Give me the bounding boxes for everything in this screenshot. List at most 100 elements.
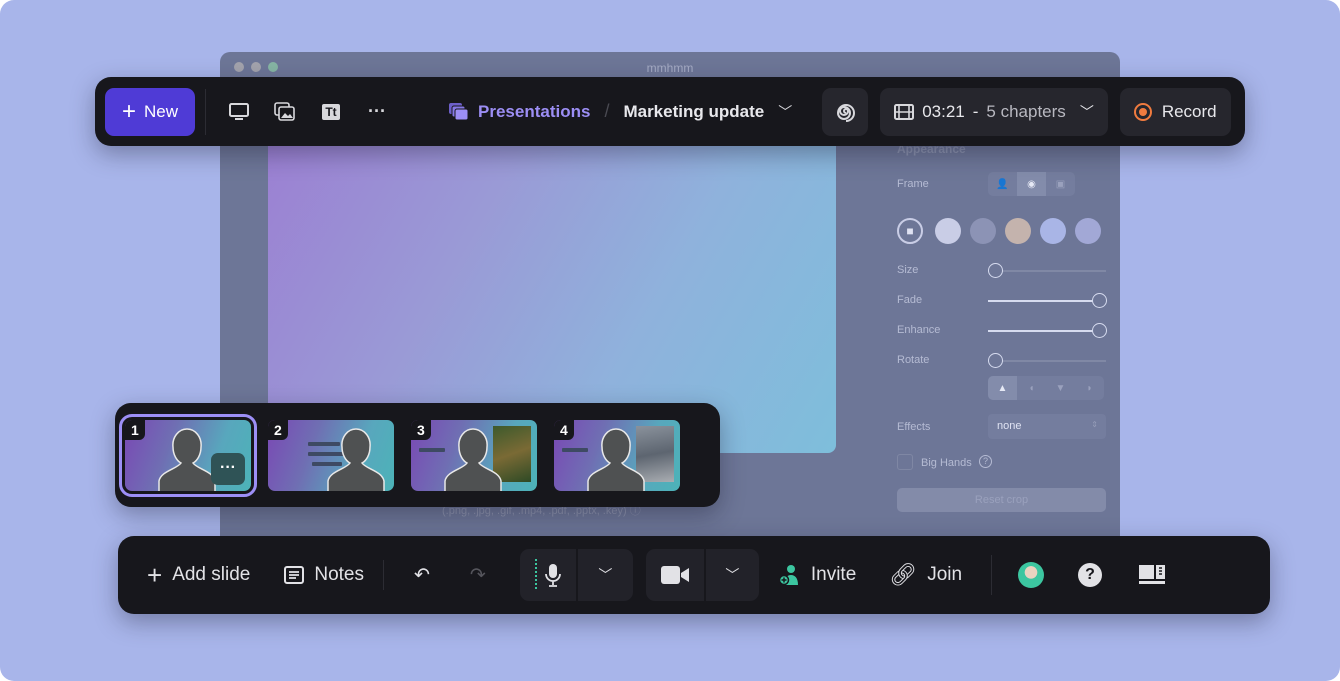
bottom-toolbar: + Add slide Notes ↶ ↷ ﹀ ﹀ Invite 🔗︎ Join ? (118, 536, 1270, 614)
divider (383, 560, 384, 590)
invite-button[interactable]: Invite (759, 549, 872, 601)
chapters-dropdown[interactable]: 03:21- 5 chapters ﹀ (880, 87, 1108, 136)
color-swatch[interactable] (970, 218, 996, 244)
slide-thumbnail[interactable]: 2 (268, 419, 394, 491)
spiral-button[interactable] (822, 87, 869, 136)
effects-label: Effects (897, 421, 931, 433)
reset-crop-button[interactable]: Reset crop (897, 488, 1106, 512)
fade-slider[interactable] (988, 293, 1107, 308)
person-left-icon[interactable]: ◖ (1017, 376, 1046, 400)
sidebar-toggle-button[interactable] (1122, 549, 1182, 601)
window-title: mmhmm (646, 61, 694, 75)
divider (205, 88, 206, 135)
text-icon[interactable]: Tt (308, 89, 354, 135)
user-avatar-image (1018, 562, 1045, 588)
duration: 03:21 (922, 101, 965, 121)
avatar[interactable] (1004, 549, 1058, 601)
undo-button[interactable]: ↶ (394, 549, 450, 601)
color-swatch[interactable] (1005, 218, 1031, 244)
effects-value: none (997, 420, 1022, 432)
record-icon (1133, 102, 1152, 121)
slide-more-button[interactable]: ··· (211, 452, 245, 485)
appearance-panel: Appearance Frame 👤 ◉ ▣ ■ Size Fade Enhance… (880, 132, 1120, 572)
color-swatch[interactable] (935, 218, 961, 244)
person-right-icon[interactable]: ◗ (1075, 376, 1104, 400)
slide-strip: 1 ··· 2 3 4 (115, 403, 720, 507)
new-button[interactable]: + New (105, 87, 195, 136)
color-swatch[interactable] (1075, 218, 1101, 244)
rotate-label: Rotate (897, 354, 930, 366)
microphone-button[interactable] (520, 549, 578, 601)
camera-control: ﹀ (645, 549, 759, 601)
breadcrumb: Presentations / Marketing update ﹀ (448, 101, 792, 122)
invite-label: Invite (810, 564, 857, 585)
rotate-slider-knob[interactable] (988, 353, 1003, 368)
more-icon[interactable]: ··· (354, 89, 400, 135)
chevron-down-icon: ﹀ (1079, 103, 1094, 120)
frame-silhouette-icon[interactable]: 👤 (988, 172, 1017, 196)
size-label: Size (897, 264, 919, 276)
join-label: Join (927, 564, 963, 585)
presentations-icon (449, 102, 469, 120)
camera-swatch[interactable]: ■ (897, 218, 923, 244)
color-swatch[interactable] (1040, 218, 1066, 244)
person-top-icon[interactable]: ▼ (1046, 376, 1075, 400)
person-silhouette (158, 427, 216, 491)
add-slide-button[interactable]: + Add slide (130, 549, 267, 601)
link-icon: 🔗︎ (889, 562, 918, 587)
slide-number: 2 (268, 419, 288, 440)
camera-options-chevron-icon[interactable]: ﹀ (706, 549, 759, 601)
slide-number: 3 (411, 419, 431, 440)
slide-thumbnail[interactable]: 3 (411, 419, 537, 491)
redo-button[interactable]: ↷ (450, 549, 506, 601)
size-slider-knob[interactable] (988, 263, 1003, 278)
fade-slider-knob[interactable] (1092, 293, 1107, 308)
frame-selector: 👤 ◉ ▣ (988, 172, 1075, 196)
person-silhouette (327, 427, 385, 491)
big-hands-label: Big Hands (921, 457, 972, 469)
chevron-down-icon[interactable]: ﹀ (778, 102, 792, 122)
undo-icon: ↶ (414, 564, 430, 586)
video-camera-icon: ■ (906, 224, 914, 238)
media-icon[interactable] (262, 89, 308, 135)
microphone-options-chevron-icon[interactable]: ﹀ (578, 549, 633, 601)
size-slider[interactable] (988, 263, 1106, 278)
mic-level-meter (534, 559, 537, 591)
person-center-icon[interactable]: ▲ (988, 376, 1017, 400)
sidebar-panel-icon (1139, 565, 1166, 584)
microphone-control: ﹀ (519, 549, 633, 601)
divider (991, 555, 993, 595)
film-icon (894, 103, 915, 120)
chapters-count: 5 chapters (986, 101, 1066, 121)
help-button[interactable]: ? (1058, 549, 1122, 601)
slide-number: 4 (554, 419, 574, 440)
position-selector: ▲ ◖ ▼ ◗ (988, 376, 1104, 400)
breadcrumb-current[interactable]: Marketing update (623, 102, 764, 122)
notes-button[interactable]: Notes (267, 549, 381, 601)
frame-square-icon[interactable]: ▣ (1046, 172, 1075, 196)
join-button[interactable]: 🔗︎ Join (872, 549, 979, 601)
plus-icon: + (147, 559, 163, 590)
person-silhouette (587, 427, 645, 491)
effects-select[interactable]: none ⇕ (988, 414, 1106, 439)
breadcrumb-separator: / (604, 101, 610, 121)
camera-button[interactable] (646, 549, 706, 601)
enhance-slider-knob[interactable] (1092, 323, 1107, 338)
text-line (419, 447, 445, 452)
notes-label: Notes (314, 564, 364, 585)
breadcrumb-presentations[interactable]: Presentations (478, 102, 590, 122)
record-button[interactable]: Record (1119, 87, 1231, 136)
invite-person-icon (778, 565, 798, 586)
help-icon[interactable]: ? (979, 455, 992, 468)
add-slide-label: Add slide (172, 564, 251, 585)
enhance-label: Enhance (897, 324, 941, 336)
big-hands-checkbox[interactable] (897, 454, 913, 470)
microphone-icon (544, 564, 561, 587)
screen-share-icon[interactable] (216, 89, 262, 135)
frame-label: Frame (897, 178, 929, 190)
frame-circle-icon[interactable]: ◉ (1017, 172, 1046, 196)
slide-thumbnail[interactable]: 1 ··· (119, 413, 257, 497)
slide-thumbnail[interactable]: 4 (554, 419, 680, 491)
rotate-slider[interactable] (988, 353, 1106, 368)
enhance-slider[interactable] (988, 323, 1107, 338)
